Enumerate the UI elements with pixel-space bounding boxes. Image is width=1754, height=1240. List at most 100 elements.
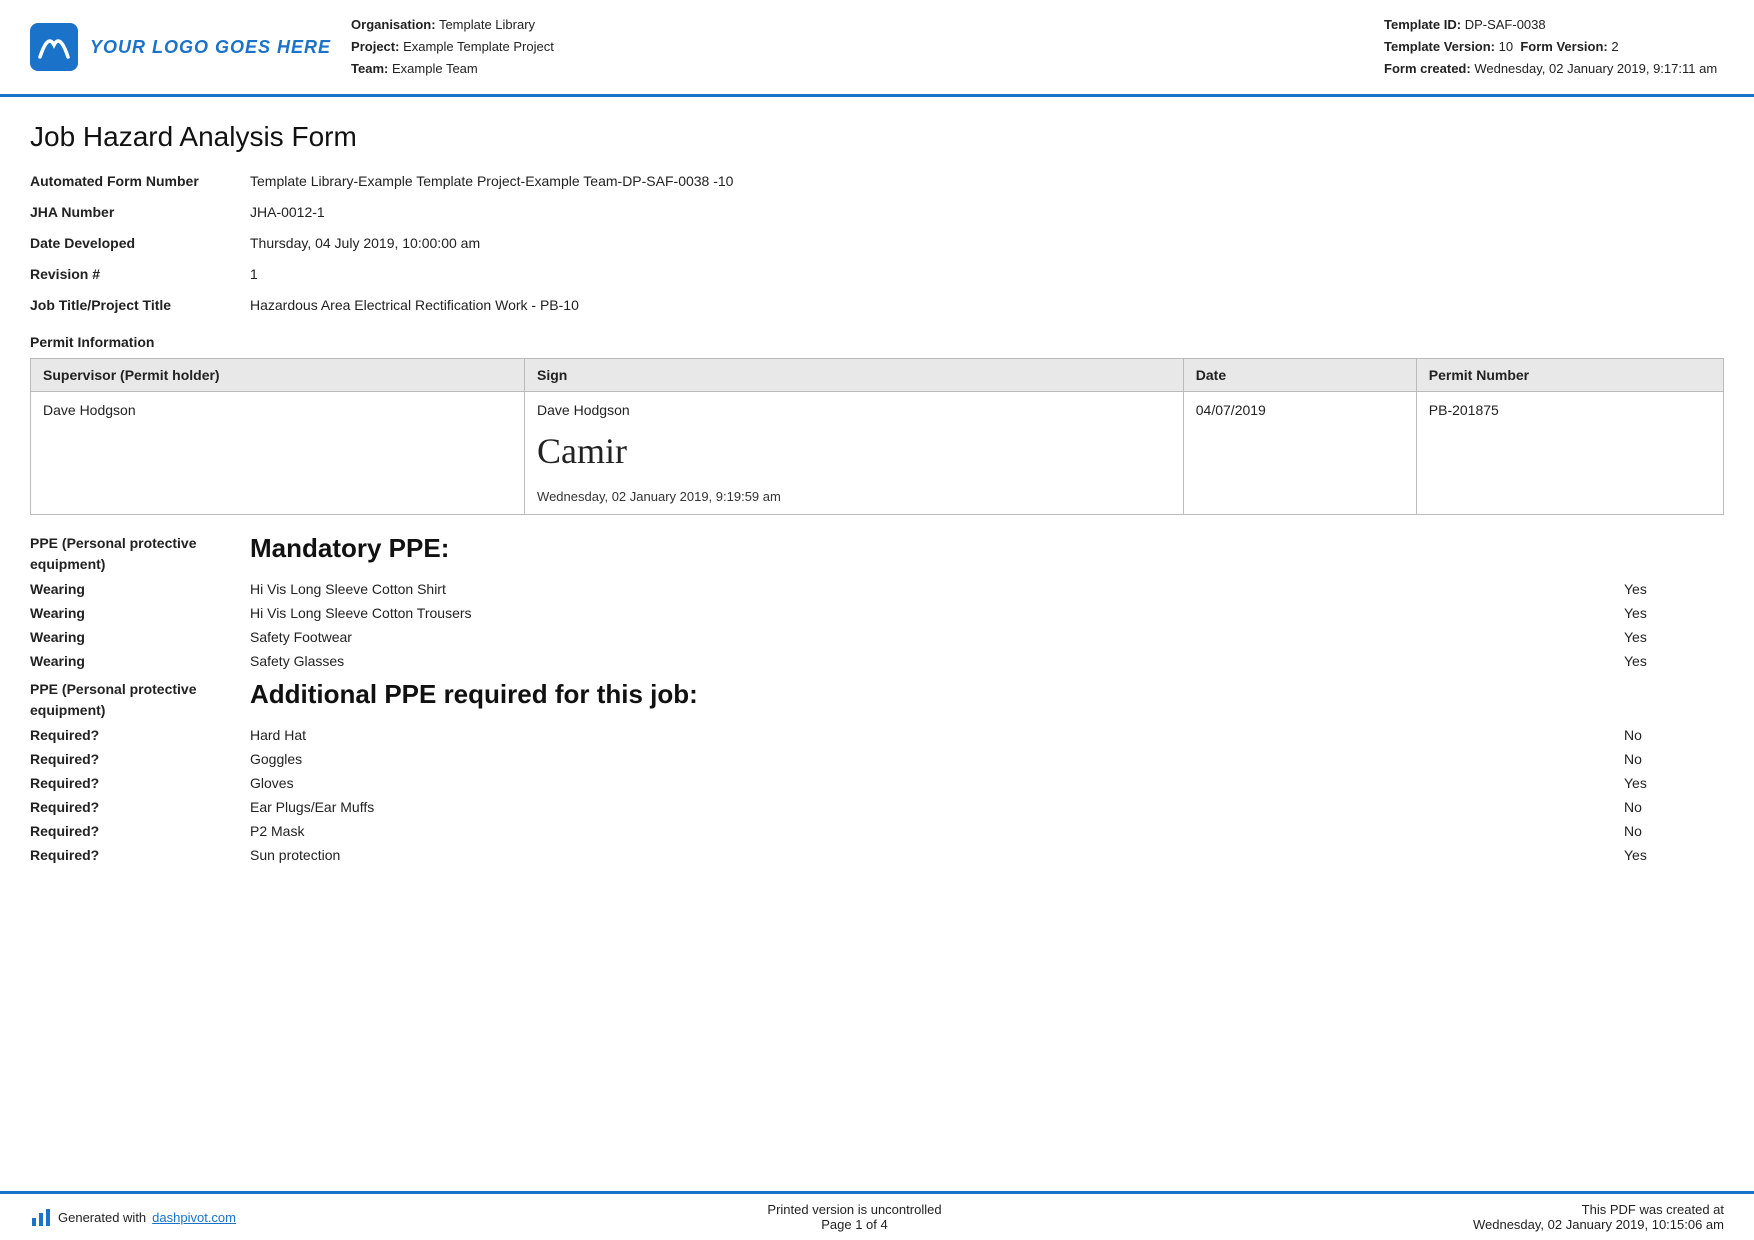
ppe-row-item: Safety Footwear xyxy=(250,629,1624,645)
ppe-row-item: Safety Glasses xyxy=(250,653,1624,669)
ppe-row-label: Required? xyxy=(30,751,250,767)
team-label: Team: xyxy=(351,61,388,76)
ppe-row-item: Ear Plugs/Ear Muffs xyxy=(250,799,1624,815)
jha-number-value: JHA-0012-1 xyxy=(250,202,1724,223)
permit-table: Supervisor (Permit holder) Sign Date Per… xyxy=(30,358,1724,515)
footer-center-line1: Printed version is uncontrolled xyxy=(767,1202,941,1217)
ppe-row-label: Required? xyxy=(30,847,250,863)
template-version-value: 10 xyxy=(1499,39,1513,54)
header-meta-right: Template ID: DP-SAF-0038 Template Versio… xyxy=(1384,14,1724,80)
automated-form-number-label: Automated Form Number xyxy=(30,171,250,192)
template-id-label: Template ID: xyxy=(1384,17,1461,32)
ppe-row-value: Yes xyxy=(1624,581,1724,597)
page-header: YOUR LOGO GOES HERE Organisation: Templa… xyxy=(0,0,1754,97)
ppe-additional-label: PPE (Personal protectiveequipment) xyxy=(30,679,250,721)
ppe-row-value: Yes xyxy=(1624,605,1724,621)
logo-section: YOUR LOGO GOES HERE xyxy=(30,14,331,80)
date-developed-value: Thursday, 04 July 2019, 10:00:00 am xyxy=(250,233,1724,254)
permit-col-supervisor: Supervisor (Permit holder) xyxy=(31,359,525,392)
permit-section-title: Permit Information xyxy=(30,334,1724,350)
form-created-label: Form created: xyxy=(1384,61,1471,76)
permit-supervisor-cell: Dave Hodgson xyxy=(31,392,525,515)
job-title-label: Job Title/Project Title xyxy=(30,295,250,316)
ppe-row-item: Sun protection xyxy=(250,847,1624,863)
ppe-row-value: Yes xyxy=(1624,775,1724,791)
org-value: Template Library xyxy=(439,17,535,32)
page-footer: Generated with dashpivot.com Printed ver… xyxy=(0,1191,1754,1240)
revision-row: Revision # 1 xyxy=(30,264,1724,285)
ppe-row-item: Hi Vis Long Sleeve Cotton Trousers xyxy=(250,605,1624,621)
automated-form-number-value: Template Library-Example Template Projec… xyxy=(250,171,1724,192)
logo-icon xyxy=(30,23,78,71)
form-version-label: Form Version: xyxy=(1520,39,1607,54)
footer-generated-text: Generated with xyxy=(58,1210,146,1225)
ppe-row-item: Hi Vis Long Sleeve Cotton Shirt xyxy=(250,581,1624,597)
ppe-mandatory-section: PPE (Personal protectiveequipment) Manda… xyxy=(30,533,1724,575)
ppe-row-value: Yes xyxy=(1624,847,1724,863)
ppe-additional-content: Additional PPE required for this job: xyxy=(250,679,1724,712)
page-title: Job Hazard Analysis Form xyxy=(30,121,1724,153)
ppe-row-label: Wearing xyxy=(30,629,250,645)
jha-number-label: JHA Number xyxy=(30,202,250,223)
ppe-mandatory-label: PPE (Personal protectiveequipment) xyxy=(30,533,250,575)
ppe-row-item: Gloves xyxy=(250,775,1624,791)
ppe-row-value: Yes xyxy=(1624,629,1724,645)
permit-date-cell: 04/07/2019 xyxy=(1183,392,1416,515)
ppe-row-label: Wearing xyxy=(30,581,250,597)
team-value: Example Team xyxy=(392,61,478,76)
ppe-additional-section: PPE (Personal protectiveequipment) Addit… xyxy=(30,679,1724,721)
header-meta-center: Organisation: Template Library Project: … xyxy=(351,14,1364,80)
ppe-mandatory-heading: Mandatory PPE: xyxy=(250,533,1724,564)
ppe-row-value: No xyxy=(1624,727,1724,743)
permit-col-sign: Sign xyxy=(525,359,1184,392)
ppe-row-label: Required? xyxy=(30,823,250,839)
project-label: Project: xyxy=(351,39,399,54)
permit-col-permit-number: Permit Number xyxy=(1416,359,1723,392)
project-value: Example Template Project xyxy=(403,39,554,54)
template-version-label: Template Version: xyxy=(1384,39,1495,54)
ppe-row-item: Goggles xyxy=(250,751,1624,767)
footer-right-line2: Wednesday, 02 January 2019, 10:15:06 am xyxy=(1473,1217,1724,1232)
footer-logo-icon xyxy=(30,1206,52,1228)
ppe-row-item: P2 Mask xyxy=(250,823,1624,839)
footer-link[interactable]: dashpivot.com xyxy=(152,1210,236,1225)
permit-col-date: Date xyxy=(1183,359,1416,392)
org-label: Organisation: xyxy=(351,17,436,32)
ppe-mandatory-item: Wearing Hi Vis Long Sleeve Cotton Trouse… xyxy=(30,605,1724,621)
ppe-row-item: Hard Hat xyxy=(250,727,1624,743)
ppe-mandatory-items: Wearing Hi Vis Long Sleeve Cotton Shirt … xyxy=(30,581,1724,669)
job-title-value: Hazardous Area Electrical Rectification … xyxy=(250,295,1724,316)
permit-number-cell: PB-201875 xyxy=(1416,392,1723,515)
footer-right-line1: This PDF was created at xyxy=(1473,1202,1724,1217)
ppe-mandatory-item: Wearing Hi Vis Long Sleeve Cotton Shirt … xyxy=(30,581,1724,597)
main-content: Job Hazard Analysis Form Automated Form … xyxy=(0,97,1754,951)
ppe-row-value: No xyxy=(1624,751,1724,767)
table-row: Dave Hodgson Dave Hodgson Camir Wednesda… xyxy=(31,392,1724,515)
jha-number-row: JHA Number JHA-0012-1 xyxy=(30,202,1724,223)
ppe-row-value: Yes xyxy=(1624,653,1724,669)
footer-center: Printed version is uncontrolled Page 1 o… xyxy=(767,1202,941,1232)
ppe-additional-heading: Additional PPE required for this job: xyxy=(250,679,1724,710)
permit-sign-cell: Dave Hodgson Camir Wednesday, 02 January… xyxy=(525,392,1184,515)
sig-name: Dave Hodgson xyxy=(537,402,1171,418)
ppe-additional-item: Required? Gloves Yes xyxy=(30,775,1724,791)
ppe-additional-item: Required? P2 Mask No xyxy=(30,823,1724,839)
template-id-value: DP-SAF-0038 xyxy=(1465,17,1546,32)
ppe-additional-item: Required? Goggles No xyxy=(30,751,1724,767)
logo-text: YOUR LOGO GOES HERE xyxy=(90,37,331,58)
footer-center-line2: Page 1 of 4 xyxy=(767,1217,941,1232)
footer-right: This PDF was created at Wednesday, 02 Ja… xyxy=(1473,1202,1724,1232)
ppe-row-label: Wearing xyxy=(30,653,250,669)
ppe-row-label: Required? xyxy=(30,727,250,743)
form-version-value: 2 xyxy=(1611,39,1618,54)
automated-form-number-row: Automated Form Number Template Library-E… xyxy=(30,171,1724,192)
ppe-additional-item: Required? Hard Hat No xyxy=(30,727,1724,743)
ppe-mandatory-item: Wearing Safety Glasses Yes xyxy=(30,653,1724,669)
ppe-mandatory-content: Mandatory PPE: xyxy=(250,533,1724,566)
ppe-additional-item: Required? Sun protection Yes xyxy=(30,847,1724,863)
date-developed-label: Date Developed xyxy=(30,233,250,254)
sig-drawing: Camir xyxy=(537,422,1171,481)
date-developed-row: Date Developed Thursday, 04 July 2019, 1… xyxy=(30,233,1724,254)
revision-value: 1 xyxy=(250,264,1724,285)
sig-date: Wednesday, 02 January 2019, 9:19:59 am xyxy=(537,489,1171,504)
